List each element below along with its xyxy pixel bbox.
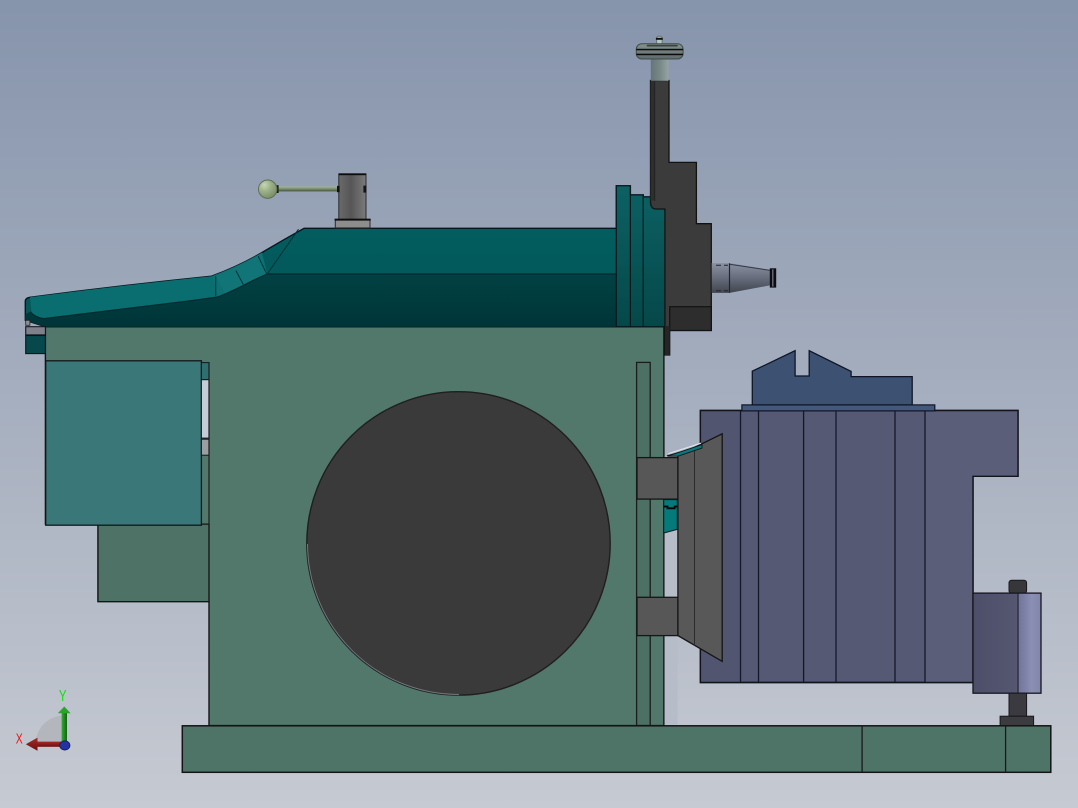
svg-text:X: X (16, 731, 23, 747)
svg-text:Y: Y (59, 686, 67, 704)
